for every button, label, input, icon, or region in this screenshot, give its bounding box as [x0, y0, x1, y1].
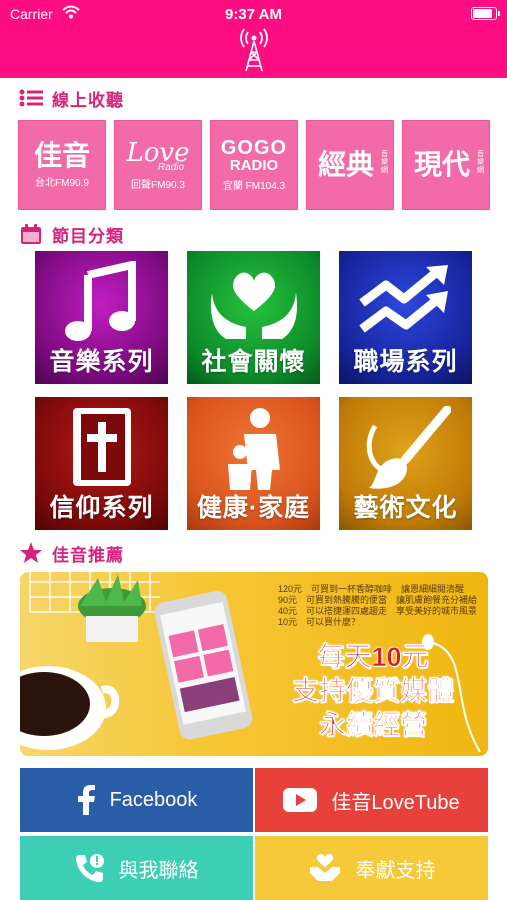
- category-label: 音樂系列: [49, 348, 154, 376]
- bible-icon: [35, 403, 168, 495]
- section-recommend: 佳音推薦: [18, 541, 124, 565]
- button-label: 與我聯絡: [118, 859, 199, 882]
- category-label: 職場系列: [353, 348, 458, 376]
- station-gogo-radio[interactable]: GOGO RADIO 宜蘭 FM104.3: [210, 120, 298, 210]
- section-categories: 節目分類: [18, 222, 124, 246]
- slogan-line: 每天10元: [317, 642, 429, 673]
- category-social-care[interactable]: 社會關懷: [187, 251, 320, 384]
- station-name: 現代: [413, 148, 470, 181]
- button-label: 奉獻支持: [355, 859, 436, 882]
- section-title-categories: 節目分類: [52, 226, 124, 246]
- station-name-sub: Radio: [157, 161, 185, 173]
- section-title-online: 線上收聽: [52, 90, 124, 110]
- section-online: 線上收聽: [18, 86, 124, 110]
- battery-icon: [471, 7, 500, 20]
- category-health-family[interactable]: 健康·家庭: [187, 397, 320, 530]
- station-name: GOGO: [220, 137, 288, 159]
- category-label: 社會關懷: [201, 348, 306, 376]
- station-modern[interactable]: 現代 音樂網: [402, 120, 490, 210]
- banner-illustration: [20, 572, 253, 750]
- youtube-icon: [283, 788, 318, 812]
- phone-icon: [75, 853, 105, 883]
- category-arts-culture[interactable]: 藝術文化: [339, 397, 472, 530]
- slogan-line: 永續經營: [319, 710, 428, 741]
- button-label: 佳音LoveTube: [331, 791, 460, 814]
- music-note-icon: [35, 257, 168, 349]
- app-header: Carrier 9:37 AM: [0, 0, 507, 78]
- section-title-recommend: 佳音推薦: [52, 545, 124, 565]
- status-time: 9:37 AM: [225, 6, 282, 23]
- list-icon: [18, 87, 44, 109]
- station-name-sub: RADIO: [229, 157, 279, 174]
- slogan-line: 支持優質媒體: [292, 676, 455, 707]
- station-side-label: 音樂網: [477, 151, 484, 174]
- station-list: 佳音 台北FM90.9 Love Radio 回聲FM90.3 GOGO RAD…: [18, 120, 490, 210]
- station-love-radio[interactable]: Love Radio 回聲FM90.3: [114, 120, 202, 210]
- category-faith[interactable]: 信仰系列: [35, 397, 168, 530]
- banner-line: 10元 可以買什麼？: [278, 617, 361, 627]
- trend-arrows-icon: [339, 257, 472, 349]
- category-label: 健康·家庭: [196, 494, 311, 522]
- radio-tower-icon: [238, 28, 270, 77]
- station-freq: 台北FM90.9: [35, 178, 89, 189]
- banner-line: 90元 可買到熱騰騰的便當 讓肌膚飽餐充分補給: [278, 595, 478, 605]
- contact-button[interactable]: 與我聯絡: [20, 836, 253, 900]
- family-icon: [187, 403, 320, 495]
- category-music[interactable]: 音樂系列: [35, 251, 168, 384]
- category-label: 藝術文化: [353, 494, 458, 522]
- handshake-icon: [308, 853, 342, 883]
- paintbrush-icon: [339, 403, 472, 495]
- promo-banner[interactable]: 120元 可買到一杯香醇咖啡 讓恩細細閱清醒 90元 可買到熱騰騰的便當 讓肌膚…: [20, 572, 488, 756]
- heart-hands-icon: [187, 257, 320, 349]
- banner-slogan: 每天10元 支持優質媒體 永續經營: [260, 640, 486, 742]
- station-classic[interactable]: 經典 音樂網: [306, 120, 394, 210]
- facebook-button[interactable]: Facebook: [20, 768, 253, 832]
- station-freq: 宜蘭 FM104.3: [222, 181, 286, 192]
- category-label: 信仰系列: [49, 494, 154, 522]
- station-freq: 回聲FM90.3: [131, 179, 185, 191]
- star-icon: [18, 542, 44, 564]
- banner-text-lines: 120元 可買到一杯香醇咖啡 讓恩細細閱清醒 90元 可買到熱騰騰的便當 讓肌膚…: [278, 584, 477, 628]
- station-name: 經典: [317, 148, 374, 181]
- station-name: 佳音: [33, 139, 90, 172]
- donate-button[interactable]: 奉獻支持: [255, 836, 488, 900]
- facebook-icon: [76, 785, 96, 815]
- lovetube-button[interactable]: 佳音LoveTube: [255, 768, 488, 832]
- banner-line: 120元 可買到一杯香醇咖啡 讓恩細細閱清醒: [278, 584, 465, 594]
- station-jiayin[interactable]: 佳音 台北FM90.9: [18, 120, 106, 210]
- station-side-label: 音樂網: [381, 151, 388, 174]
- banner-line: 40元 可以搭捷運四處趨走 享受美好的城市風景: [278, 606, 478, 616]
- button-label: Facebook: [109, 788, 198, 811]
- calendar-icon: [18, 223, 44, 245]
- category-career[interactable]: 職場系列: [339, 251, 472, 384]
